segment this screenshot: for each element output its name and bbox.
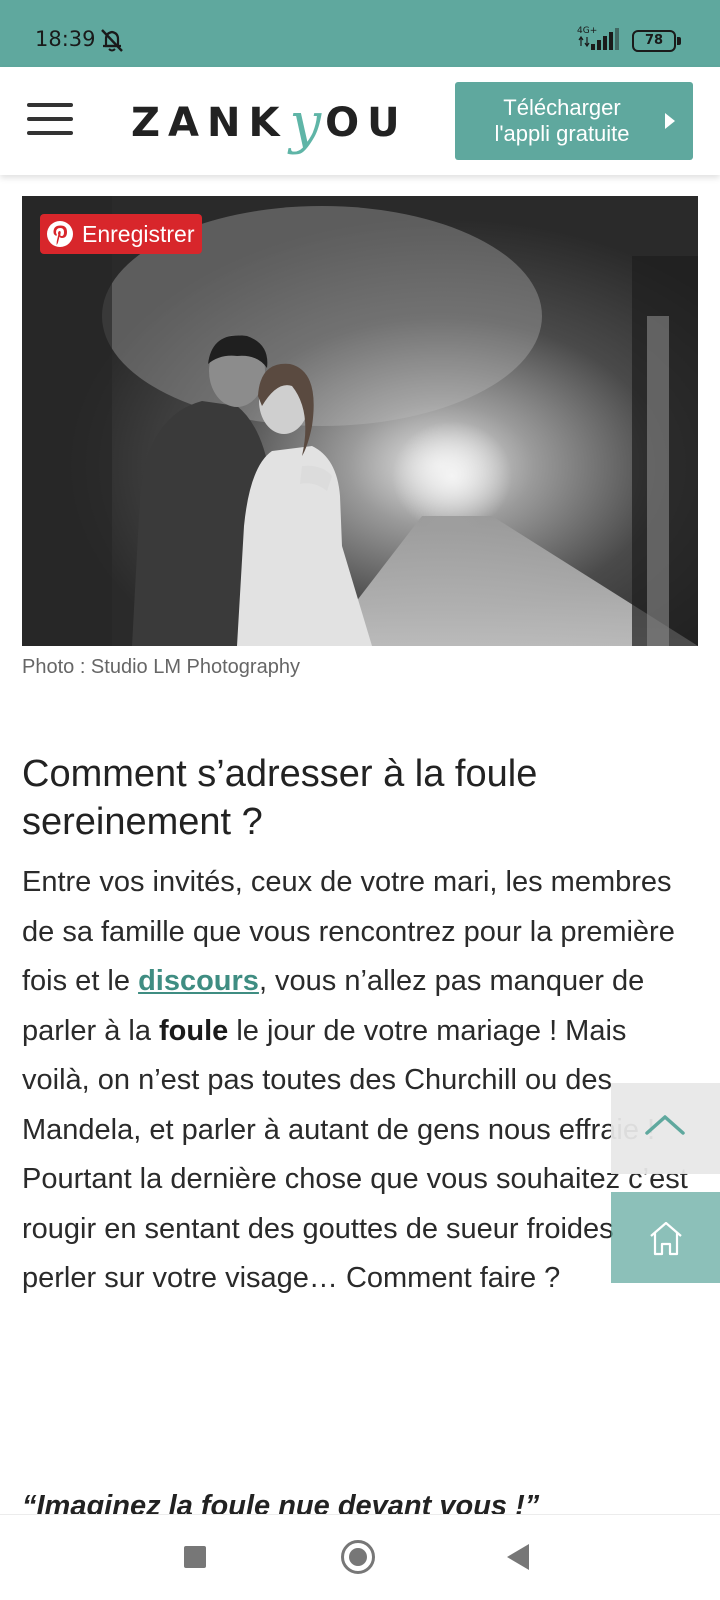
scroll-to-top-button[interactable] — [611, 1083, 720, 1174]
status-bar: 18:39 4G+ 78 — [0, 0, 720, 67]
home-icon — [650, 1221, 682, 1256]
pinterest-save-label: Enregistrer — [82, 220, 195, 247]
zankyou-logo[interactable]: ZANK y OU — [131, 90, 408, 156]
home-circle-icon[interactable] — [341, 1540, 375, 1574]
pinterest-save-button[interactable]: Enregistrer — [40, 214, 203, 254]
pinterest-icon — [47, 221, 73, 247]
download-label-line1: Télécharger — [503, 95, 621, 120]
back-triangle-icon[interactable] — [507, 1544, 529, 1570]
logo-text-suffix: OU — [325, 100, 408, 146]
wedding-photo — [22, 196, 698, 646]
play-arrow-icon — [665, 113, 675, 129]
discours-link[interactable]: discours — [138, 965, 259, 997]
chevron-up-icon — [645, 1115, 685, 1135]
download-label-line2: l'appli gratuite — [494, 121, 630, 146]
battery-level: 78 — [644, 33, 664, 48]
recent-apps-icon[interactable] — [184, 1546, 206, 1568]
hamburger-menu-icon[interactable] — [27, 103, 73, 137]
paragraph-bold-foule: foule — [159, 1014, 229, 1047]
paragraph-text-part3: le jour de votre mariage ! Mais voilà, o… — [22, 1014, 688, 1295]
system-nav-bar — [0, 1514, 720, 1600]
signal-icon: 4G+ — [577, 26, 621, 52]
article-paragraph: Entre vos invités, ceux de votre mari, l… — [22, 858, 690, 1304]
site-header: ZANK y OU Télécharger l'appli gratuite — [0, 67, 720, 175]
logo-text-prefix: ZANK — [131, 100, 288, 146]
article-heading: Comment s’adresser à la foule sereinemen… — [22, 753, 538, 843]
logo-text-y: y — [289, 90, 324, 156]
battery-icon: 78 — [632, 30, 681, 52]
muted-bell-icon — [101, 29, 123, 52]
photo-caption: Photo : Studio LM Photography — [22, 656, 300, 678]
download-app-button[interactable]: Télécharger l'appli gratuite — [455, 82, 693, 160]
home-button[interactable] — [611, 1192, 720, 1283]
status-time: 18:39 — [35, 27, 96, 51]
